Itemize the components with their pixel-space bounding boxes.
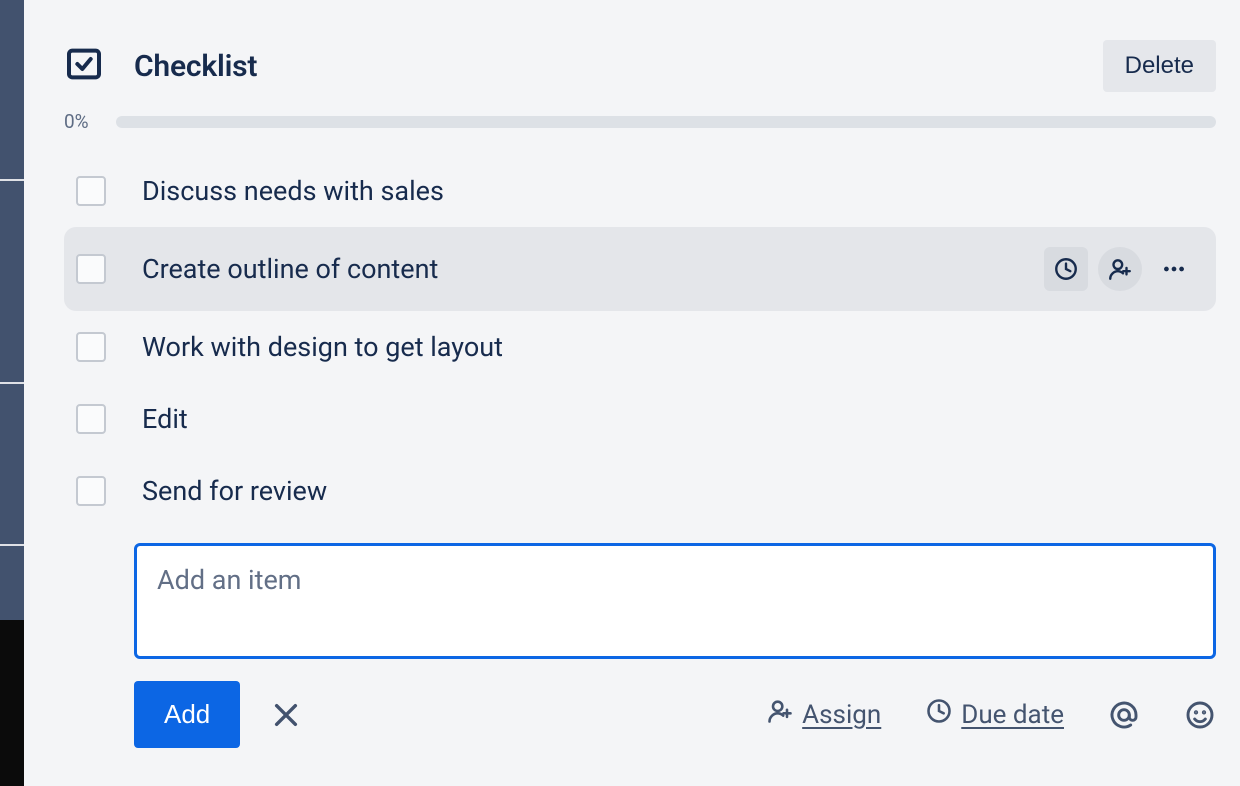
checkbox[interactable] [76,476,106,506]
clock-icon [925,697,953,732]
checklist-item[interactable]: Discuss needs with sales [64,155,1216,227]
progress-row: 0% [64,110,1216,133]
checklist-item[interactable]: Work with design to get layout [64,311,1216,383]
checklist-item[interactable]: Send for review [64,455,1216,527]
checklist-panel: Checklist Delete 0% Discuss needs with s… [24,0,1240,786]
item-actions [1044,247,1204,291]
background-fragment [0,179,24,181]
mention-button[interactable] [1108,699,1140,731]
checkbox[interactable] [76,404,106,434]
cancel-button[interactable] [262,691,310,739]
checklist-item-label[interactable]: Edit [142,403,1204,435]
checklist-item-label[interactable]: Discuss needs with sales [142,175,1204,207]
due-date-label: Due date [961,700,1064,730]
checklist-item[interactable]: Create outline of content [64,227,1216,311]
toolbar-left: Add [134,681,310,748]
checklist-title[interactable]: Checklist [134,49,257,84]
due-date-button[interactable]: Due date [925,697,1064,732]
checklist-item[interactable]: Edit [64,383,1216,455]
background-fragment [0,544,24,546]
checkbox[interactable] [76,176,106,206]
due-date-icon-button[interactable] [1044,247,1088,291]
add-button[interactable]: Add [134,681,240,748]
header-left: Checklist [64,44,257,88]
checklist-items: Discuss needs with sales Create outline … [64,155,1216,527]
emoji-button[interactable] [1184,699,1216,731]
background-fragment [0,382,24,384]
background-fragment [0,620,24,786]
checklist-icon [64,44,104,88]
checklist-item-label[interactable]: Send for review [142,475,1204,507]
checkbox[interactable] [76,332,106,362]
toolbar-right: Assign Due date [766,697,1216,732]
delete-button[interactable]: Delete [1103,40,1216,92]
assign-label: Assign [802,700,881,730]
add-item-input[interactable] [134,543,1216,659]
checklist-item-label[interactable]: Create outline of content [142,253,1008,285]
more-actions-icon-button[interactable] [1152,247,1196,291]
assign-member-icon-button[interactable] [1098,247,1142,291]
progress-percent-label: 0% [64,110,102,133]
add-item-toolbar: Add Assign [134,681,1216,748]
progress-bar [116,116,1216,128]
checklist-item-label[interactable]: Work with design to get layout [142,331,1204,363]
person-add-icon [766,697,794,732]
checklist-header: Checklist Delete [64,40,1216,92]
checkbox[interactable] [76,254,106,284]
assign-button[interactable]: Assign [766,697,881,732]
add-item-area: Add Assign [134,543,1216,748]
